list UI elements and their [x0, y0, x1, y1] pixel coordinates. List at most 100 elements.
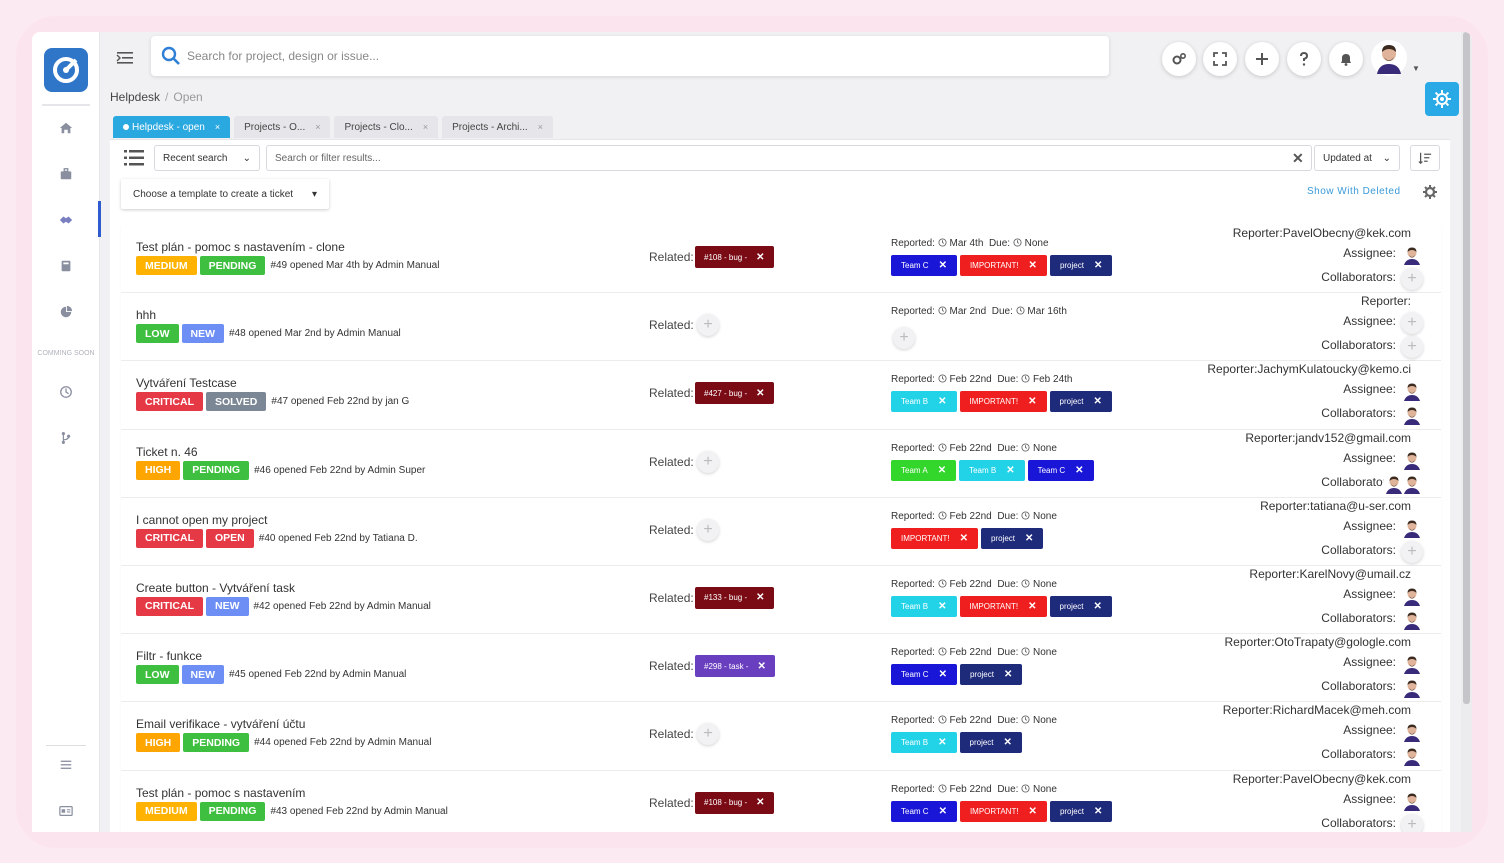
remove-icon[interactable]: ✕: [756, 592, 764, 603]
status-badge[interactable]: SOLVED: [206, 392, 267, 412]
fullscreen-button[interactable]: [1203, 42, 1237, 76]
collaborator-avatar[interactable]: [1401, 404, 1423, 427]
scrollbar[interactable]: [1461, 32, 1472, 832]
priority-badge[interactable]: LOW: [136, 324, 179, 344]
ticket-tag[interactable]: Team B ✕: [891, 391, 957, 413]
settings-cogs-button[interactable]: [1162, 42, 1196, 76]
priority-badge[interactable]: CRITICAL: [136, 528, 203, 548]
remove-icon[interactable]: ✕: [939, 669, 947, 680]
ticket-tag[interactable]: Team C ✕: [891, 255, 957, 276]
ticket-title[interactable]: Create button - Vytváření task: [136, 581, 295, 595]
remove-icon[interactable]: ✕: [1004, 669, 1012, 680]
ticket-tag[interactable]: project ✕: [1049, 800, 1113, 822]
add-related-button[interactable]: +: [697, 518, 719, 541]
ticket-tag[interactable]: IMPORTANT! ✕: [959, 800, 1047, 822]
priority-badge[interactable]: CRITICAL: [136, 596, 203, 616]
chevron-down-icon[interactable]: ▼: [1412, 64, 1420, 73]
remove-icon[interactable]: ✕: [1004, 737, 1012, 748]
related-ticket-tag[interactable]: #427 - bug - ✕: [695, 382, 774, 405]
remove-icon[interactable]: ✕: [1094, 601, 1102, 612]
list-view-icon[interactable]: [124, 149, 144, 167]
pie-chart-icon[interactable]: [32, 297, 100, 327]
ticket-title[interactable]: Email verifikace - vytváření účtu: [136, 717, 305, 731]
remove-icon[interactable]: ✕: [938, 737, 946, 748]
add-related-button[interactable]: +: [697, 723, 719, 746]
assignee-avatar[interactable]: [1401, 516, 1423, 539]
remove-icon[interactable]: ✕: [1094, 396, 1102, 407]
collapse-menu-icon[interactable]: [115, 48, 135, 68]
ticket-row[interactable]: Email verifikace - vytváření účtu HIGH P…: [121, 702, 1441, 771]
remove-icon[interactable]: ✕: [938, 465, 946, 476]
ticket-tag[interactable]: project ✕: [1049, 391, 1112, 413]
assignee-avatar[interactable]: [1401, 653, 1423, 676]
ticket-title[interactable]: Filtr - funkce: [136, 649, 202, 663]
ticket-tag[interactable]: Team C ✕: [891, 664, 957, 686]
home-icon[interactable]: [32, 113, 100, 143]
ticket-title[interactable]: hhh: [136, 308, 156, 322]
ticket-tag[interactable]: project ✕: [959, 664, 1023, 686]
add-related-button[interactable]: +: [697, 314, 719, 337]
remove-icon[interactable]: ✕: [756, 797, 764, 808]
priority-badge[interactable]: LOW: [136, 665, 179, 685]
ticket-tag[interactable]: Team B ✕: [891, 732, 957, 754]
remove-icon[interactable]: ✕: [757, 661, 765, 672]
recent-search-select[interactable]: Recent search ⌄: [154, 145, 260, 171]
collaborator-avatar[interactable]: [1401, 472, 1423, 495]
status-badge[interactable]: NEW: [181, 324, 224, 344]
scrollbar-thumb[interactable]: [1463, 32, 1470, 704]
notifications-button[interactable]: [1329, 42, 1363, 76]
priority-badge[interactable]: HIGH: [136, 460, 181, 480]
related-ticket-tag[interactable]: #133 - bug - ✕: [695, 586, 774, 609]
add-related-button[interactable]: +: [697, 450, 719, 473]
ticket-row[interactable]: Vytváření Testcase CRITICAL SOLVED #47 o…: [121, 361, 1441, 430]
remove-icon[interactable]: ✕: [1094, 806, 1102, 817]
tab-projects-closed[interactable]: Projects - Clo... ×: [334, 116, 439, 138]
filter-input[interactable]: Search or filter results...: [266, 145, 1312, 171]
sort-field-select[interactable]: Updated at ⌄: [1314, 145, 1400, 171]
assignee-avatar[interactable]: [1401, 380, 1423, 403]
template-select[interactable]: Choose a template to create a ticket ▾: [121, 179, 329, 209]
collaborator-avatar[interactable]: [1401, 745, 1423, 768]
ticket-row[interactable]: Ticket n. 46 HIGH PENDING #46 opened Feb…: [121, 429, 1441, 498]
close-icon[interactable]: ×: [423, 122, 428, 132]
close-icon[interactable]: ×: [538, 122, 543, 132]
remove-icon[interactable]: ✕: [1028, 601, 1036, 612]
status-badge[interactable]: NEW: [181, 665, 224, 685]
clear-filter-icon[interactable]: ✕: [1292, 150, 1304, 167]
ticket-row[interactable]: I cannot open my project CRITICAL OPEN #…: [121, 497, 1441, 566]
assignee-avatar[interactable]: [1401, 244, 1423, 266]
related-ticket-tag[interactable]: #298 - task - ✕: [695, 655, 775, 678]
ticket-row[interactable]: Test plán - pomoc s nastavením - clone M…: [121, 225, 1441, 294]
ticket-tag[interactable]: project ✕: [980, 527, 1044, 549]
close-icon[interactable]: ×: [315, 122, 320, 132]
add-assignee-button[interactable]: +: [1401, 312, 1423, 335]
status-badge[interactable]: PENDING: [183, 460, 250, 480]
add-collaborator-button[interactable]: +: [1401, 540, 1423, 563]
global-search[interactable]: Search for project, design or issue...: [151, 36, 1109, 76]
breadcrumb-root[interactable]: Helpdesk: [110, 90, 160, 104]
collaborator-avatar[interactable]: [1401, 608, 1423, 631]
remove-icon[interactable]: ✕: [938, 601, 946, 612]
book-icon[interactable]: [32, 251, 100, 281]
app-logo[interactable]: [44, 48, 88, 92]
add-collaborator-button[interactable]: +: [1401, 813, 1423, 832]
related-ticket-tag[interactable]: #108 - bug - ✕: [695, 246, 774, 268]
remove-icon[interactable]: ✕: [1006, 465, 1014, 476]
id-card-icon[interactable]: [32, 796, 100, 826]
ticket-tag[interactable]: project ✕: [1049, 595, 1112, 617]
tab-projects-archived[interactable]: Projects - Archi... ×: [442, 116, 553, 138]
ticket-tag[interactable]: Team A ✕: [891, 459, 957, 481]
assignee-avatar[interactable]: [1401, 721, 1423, 744]
remove-icon[interactable]: ✕: [938, 396, 946, 407]
remove-icon[interactable]: ✕: [1029, 806, 1037, 817]
priority-badge[interactable]: MEDIUM: [136, 256, 197, 275]
remove-icon[interactable]: ✕: [1025, 533, 1033, 544]
priority-badge[interactable]: CRITICAL: [136, 392, 203, 412]
ticket-row[interactable]: Filtr - funkce LOW NEW #45 opened Feb 22…: [121, 634, 1441, 703]
tab-projects-open[interactable]: Projects - O... ×: [234, 116, 331, 138]
ticket-title[interactable]: Test plán - pomoc s nastavením: [136, 786, 305, 800]
ticket-tag[interactable]: IMPORTANT! ✕: [959, 391, 1047, 413]
remove-icon[interactable]: ✕: [1094, 260, 1102, 271]
ticket-title[interactable]: Vytváření Testcase: [136, 376, 237, 390]
assignee-avatar[interactable]: [1401, 448, 1423, 471]
